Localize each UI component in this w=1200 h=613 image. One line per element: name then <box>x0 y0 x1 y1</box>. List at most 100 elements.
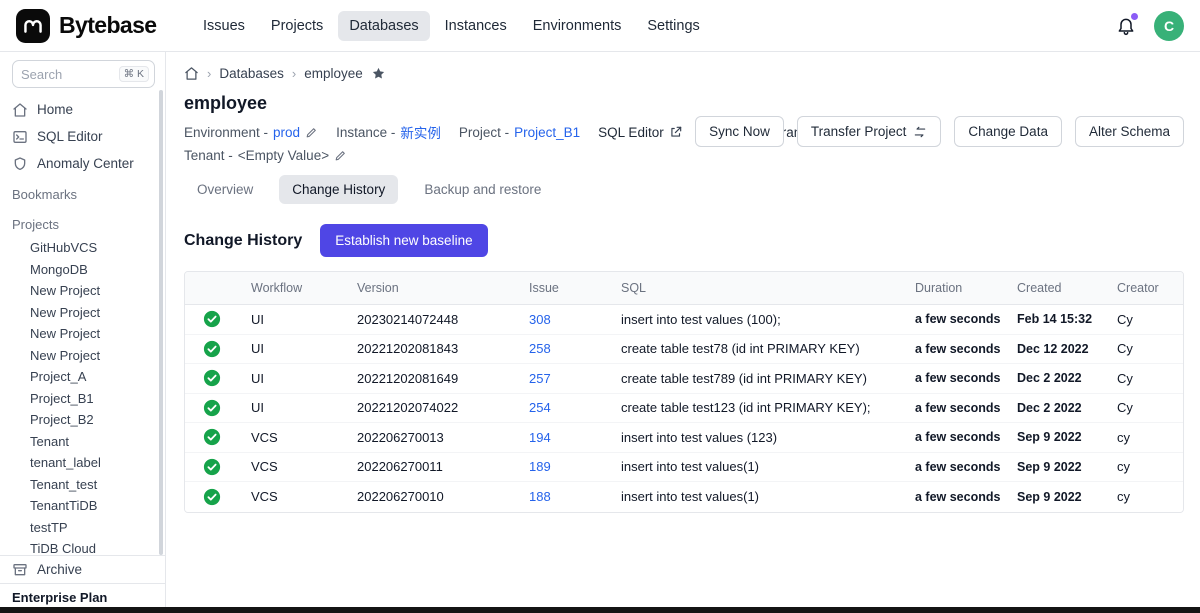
table-row[interactable]: VCS 202206270010 188 insert into test va… <box>185 482 1183 512</box>
project-list: GitHubVCSMongoDBNew ProjectNew ProjectNe… <box>12 237 155 560</box>
change-data-button[interactable]: Change Data <box>954 116 1062 147</box>
column-header-version: Version <box>345 272 517 304</box>
alter-schema-button[interactable]: Alter Schema <box>1075 116 1184 147</box>
sidebar-section-bookmarks: Bookmarks <box>12 183 155 207</box>
home-icon[interactable] <box>184 66 199 81</box>
table-row[interactable]: VCS 202206270013 194 insert into test va… <box>185 423 1183 453</box>
breadcrumb-databases[interactable]: Databases <box>219 66 284 81</box>
table-header: Workflow Version Issue SQL Duration Crea… <box>185 272 1183 305</box>
sidebar-project-item[interactable]: Tenant_test <box>12 474 155 496</box>
project-link[interactable]: Project_B1 <box>514 125 580 140</box>
creator-cell: Cy <box>1105 312 1183 327</box>
success-check-icon <box>203 399 221 417</box>
sidebar-section-projects: Projects <box>12 213 155 237</box>
nav-item[interactable]: Databases <box>338 11 429 41</box>
sidebar-item-archive[interactable]: Archive <box>0 555 165 583</box>
bookmark-star-icon[interactable] <box>371 66 386 81</box>
instance-link[interactable]: 新实例 <box>400 122 441 142</box>
nav-item[interactable]: Environments <box>522 11 633 41</box>
sidebar-project-item[interactable]: MongoDB <box>12 259 155 281</box>
edit-tenant-icon[interactable] <box>334 149 347 162</box>
sidebar-project-item[interactable]: Tenant <box>12 431 155 453</box>
sql-cell: insert into test values(1) <box>609 459 903 474</box>
tenant-label: Tenant - <box>184 148 233 163</box>
issue-link[interactable]: 257 <box>529 371 551 386</box>
sql-cell: insert into test values(1) <box>609 489 903 504</box>
table-row[interactable]: UI 20221202081843 258 create table test7… <box>185 335 1183 365</box>
external-link-icon <box>669 125 683 139</box>
sidebar-project-item[interactable]: tenant_label <box>12 452 155 474</box>
sidebar: Search ⌘ K Home SQL Editor Anomaly Cente… <box>0 52 166 613</box>
creator-cell: Cy <box>1105 341 1183 356</box>
sidebar-project-item[interactable]: GitHubVCS <box>12 237 155 259</box>
sidebar-item-home[interactable]: Home <box>12 96 155 123</box>
table-row[interactable]: UI 20221202081649 257 create table test7… <box>185 364 1183 394</box>
search-placeholder: Search <box>21 67 62 82</box>
change-history-table: Workflow Version Issue SQL Duration Crea… <box>184 271 1184 513</box>
tab[interactable]: Change History <box>279 175 398 204</box>
issue-link[interactable]: 258 <box>529 341 551 356</box>
table-row[interactable]: UI 20230214072448 308 insert into test v… <box>185 305 1183 335</box>
table-row[interactable]: UI 20221202074022 254 create table test1… <box>185 394 1183 424</box>
sync-now-button[interactable]: Sync Now <box>695 116 784 147</box>
search-input[interactable]: Search ⌘ K <box>12 60 155 88</box>
navbar-right: C <box>1116 11 1184 41</box>
sidebar-project-item[interactable]: Project_B1 <box>12 388 155 410</box>
bytebase-logo-icon <box>16 9 50 43</box>
issue-link[interactable]: 194 <box>529 430 551 445</box>
issue-link[interactable]: 254 <box>529 400 551 415</box>
sql-cell: create table test123 (id int PRIMARY KEY… <box>609 400 903 415</box>
archive-icon <box>12 562 28 578</box>
establish-baseline-button[interactable]: Establish new baseline <box>320 224 487 257</box>
sidebar-item-sql-editor[interactable]: SQL Editor <box>12 123 155 150</box>
environment-link[interactable]: prod <box>273 125 300 140</box>
sidebar-project-item[interactable]: New Project <box>12 323 155 345</box>
issue-link[interactable]: 308 <box>529 312 551 327</box>
sidebar-item-anomaly-center[interactable]: Anomaly Center <box>12 150 155 177</box>
edit-environment-icon[interactable] <box>305 126 318 139</box>
sql-editor-shortcut[interactable]: SQL Editor <box>598 125 683 140</box>
tab[interactable]: Overview <box>184 175 266 204</box>
change-history-section-head: Change History Establish new baseline <box>184 224 1184 257</box>
workflow-cell: VCS <box>239 489 345 504</box>
user-avatar[interactable]: C <box>1154 11 1184 41</box>
issue-link[interactable]: 189 <box>529 459 551 474</box>
issue-link[interactable]: 188 <box>529 489 551 504</box>
top-navbar: Bytebase IssuesProjectsDatabasesInstance… <box>0 0 1200 52</box>
table-row[interactable]: VCS 202206270011 189 insert into test va… <box>185 453 1183 483</box>
tenant-meta: Tenant - <Empty Value> <box>184 148 347 163</box>
action-buttons: Sync Now Transfer Project Change Data Al… <box>695 116 1184 147</box>
creator-cell: Cy <box>1105 371 1183 386</box>
workflow-cell: VCS <box>239 430 345 445</box>
sidebar-project-item[interactable]: TenantTiDB <box>12 495 155 517</box>
success-check-icon <box>203 458 221 476</box>
brand[interactable]: Bytebase <box>16 9 178 43</box>
sidebar-project-item[interactable]: testTP <box>12 517 155 539</box>
success-check-icon <box>203 428 221 446</box>
created-cell: Sep 9 2022 <box>1005 460 1105 474</box>
sidebar-project-item[interactable]: Project_B2 <box>12 409 155 431</box>
table-body: UI 20230214072448 308 insert into test v… <box>185 305 1183 512</box>
sidebar-project-item[interactable]: New Project <box>12 345 155 367</box>
tab[interactable]: Backup and restore <box>411 175 554 204</box>
sidebar-project-item[interactable]: New Project <box>12 280 155 302</box>
sidebar-project-item[interactable]: Project_A <box>12 366 155 388</box>
terminal-icon <box>12 129 28 145</box>
column-header-workflow: Workflow <box>239 272 345 304</box>
nav-item[interactable]: Projects <box>260 11 334 41</box>
column-header-sql: SQL <box>609 272 903 304</box>
sidebar-scrollbar-thumb[interactable] <box>159 90 163 555</box>
transfer-project-button[interactable]: Transfer Project <box>797 116 942 147</box>
sidebar-project-item[interactable]: New Project <box>12 302 155 324</box>
workflow-cell: UI <box>239 312 345 327</box>
nav-item[interactable]: Settings <box>636 11 710 41</box>
creator-cell: cy <box>1105 459 1183 474</box>
notification-bell-icon[interactable] <box>1116 16 1136 36</box>
version-cell: 20221202074022 <box>345 400 517 415</box>
success-check-icon <box>203 488 221 506</box>
duration-cell: a few seconds <box>903 312 1005 326</box>
nav-item[interactable]: Instances <box>434 11 518 41</box>
creator-cell: cy <box>1105 430 1183 445</box>
breadcrumb-employee[interactable]: employee <box>304 66 363 81</box>
nav-item[interactable]: Issues <box>192 11 256 41</box>
